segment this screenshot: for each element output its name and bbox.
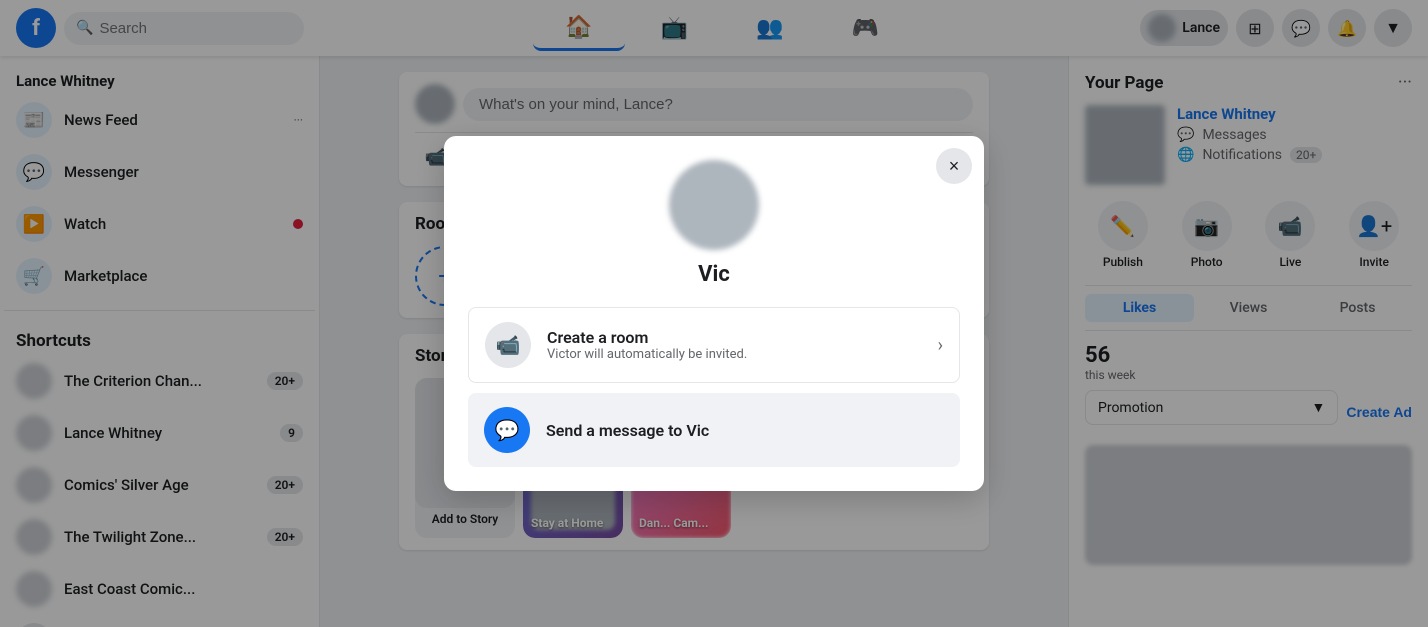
popup-avatar: [669, 160, 759, 250]
create-room-option[interactable]: 📹 Create a room Victor will automaticall…: [468, 307, 960, 383]
popup-option-title: Create a room: [547, 328, 922, 347]
popup-name: Vic: [468, 262, 960, 287]
popup-option-text: Create a room Victor will automatically …: [547, 328, 922, 362]
send-message-option[interactable]: 💬 Send a message to Vic: [468, 393, 960, 467]
video-call-icon: 📹: [485, 322, 531, 368]
popup-option-sub: Victor will automatically be invited.: [547, 347, 922, 362]
popup-close-button[interactable]: ×: [936, 148, 972, 184]
messenger-icon: 💬: [484, 407, 530, 453]
popup: × Vic 📹 Create a room Victor will automa…: [444, 136, 984, 491]
popup-overlay[interactable]: × Vic 📹 Create a room Victor will automa…: [0, 0, 1428, 627]
chevron-right-icon: ›: [938, 335, 943, 356]
popup-msg-title: Send a message to Vic: [546, 421, 709, 440]
